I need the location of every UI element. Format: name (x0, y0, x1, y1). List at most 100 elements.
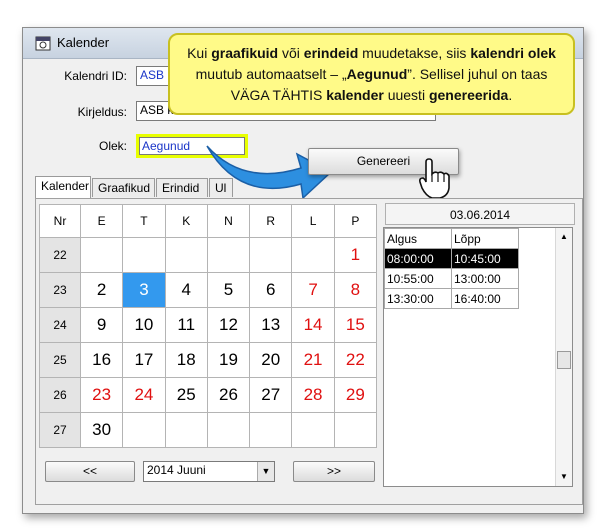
empty-day-cell (122, 237, 166, 273)
calendar-day-cell[interactable]: 11 (164, 307, 208, 343)
empty-day-cell (333, 412, 378, 448)
calendar-day-cell[interactable]: 4 (164, 272, 208, 308)
empty-day-cell (206, 412, 251, 448)
hand-cursor-icon (419, 158, 450, 199)
end-time-cell: 10:45:00 (451, 248, 519, 269)
end-time-cell: 13:00:00 (451, 268, 519, 289)
calendar-day-cell[interactable]: 19 (206, 342, 251, 378)
day-header: E (79, 204, 124, 238)
calendar-week-row: 25 16 17 18 19 20 21 22 (39, 342, 378, 378)
selected-date-label: 03.06.2014 (385, 203, 575, 225)
day-header: T (122, 204, 166, 238)
day-header: K (164, 204, 208, 238)
callout-bold: erindeid (303, 45, 359, 61)
calendar-day-cell[interactable]: 13 (249, 307, 293, 343)
status-label: Olek: (98, 139, 127, 153)
start-time-cell: 13:30:00 (384, 288, 452, 309)
calendar-day-cell[interactable]: 10 (122, 307, 166, 343)
description-label: Kirjeldus: (77, 105, 127, 119)
calendar-day-cell[interactable]: 26 (206, 377, 251, 413)
tab-kalender[interactable]: Kalender (35, 176, 91, 198)
calendar-day-cell[interactable]: 15 (333, 307, 378, 343)
schedule-row[interactable]: 10:55:00 13:00:00 (384, 268, 519, 289)
callout-bold: kalendri olek (470, 45, 556, 61)
calendar-day-cell[interactable]: 8 (333, 272, 378, 308)
day-header: P (333, 204, 378, 238)
calendar-day-cell[interactable]: 27 (249, 377, 293, 413)
calendar-day-cell[interactable]: 29 (333, 377, 378, 413)
scrollbar-thumb[interactable] (557, 351, 571, 369)
empty-day-cell (122, 412, 166, 448)
calendar-app-icon (35, 36, 51, 51)
week-number-header: Nr (39, 204, 81, 238)
empty-day-cell (206, 237, 251, 273)
empty-day-cell (249, 237, 293, 273)
week-number: 25 (39, 342, 81, 378)
calendar-grid: Nr E T K N R L P 22 1 23 2 3 4 5 6 7 8 24 9 10 11 12 13… (39, 204, 378, 448)
empty-day-cell (291, 237, 335, 273)
callout-bold: kalender (326, 87, 384, 103)
empty-day-cell (164, 237, 208, 273)
calendar-week-row: 26 23 24 25 26 27 28 29 (39, 377, 378, 413)
vertical-scrollbar[interactable]: ▲ ▼ (555, 228, 572, 486)
day-header: R (249, 204, 293, 238)
week-number: 23 (39, 272, 81, 308)
calendar-day-cell[interactable]: 30 (79, 412, 124, 448)
start-time-cell: 08:00:00 (384, 248, 452, 269)
calendar-day-cell[interactable]: 20 (249, 342, 293, 378)
month-select-value: 2014 Juuni (147, 463, 206, 477)
calendar-day-cell[interactable]: 24 (122, 377, 166, 413)
calendar-day-cell[interactable]: 12 (206, 307, 251, 343)
tab-graafikud[interactable]: Graafikud (92, 178, 155, 197)
end-time-cell: 16:40:00 (451, 288, 519, 309)
day-header: L (291, 204, 335, 238)
calendar-day-cell[interactable]: 7 (291, 272, 335, 308)
calendar-day-cell[interactable]: 17 (122, 342, 166, 378)
calendar-day-cell[interactable]: 18 (164, 342, 208, 378)
start-column-header: Algus (384, 228, 452, 249)
schedule-row[interactable]: 13:30:00 16:40:00 (384, 288, 519, 309)
empty-day-cell (249, 412, 293, 448)
calendar-day-cell[interactable]: 28 (291, 377, 335, 413)
calendar-week-row: 27 30 (39, 412, 378, 448)
callout-text: Kui (187, 45, 212, 61)
tab-erindid[interactable]: Erindid (156, 178, 208, 197)
calendar-day-cell[interactable]: 16 (79, 342, 124, 378)
empty-day-cell (79, 237, 124, 273)
week-number: 22 (39, 237, 81, 273)
callout-bold: Aegunud (346, 66, 408, 82)
calendar-day-cell[interactable]: 5 (206, 272, 251, 308)
calendar-day-cell[interactable]: 21 (291, 342, 335, 378)
day-header: N (206, 204, 251, 238)
scroll-up-icon[interactable]: ▲ (560, 232, 568, 241)
scroll-down-icon[interactable]: ▼ (560, 472, 568, 481)
calendar-day-cell[interactable]: 1 (333, 237, 378, 273)
calendar-day-cell[interactable]: 6 (249, 272, 293, 308)
schedule-list[interactable]: Algus Lõpp 08:00:00 10:45:00 10:55:00 13:00… (383, 227, 573, 487)
callout-bold: graafikuid (211, 45, 279, 61)
info-callout: Kui graafikuid või erindeid muudetakse, … (168, 33, 575, 115)
calendar-day-cell[interactable]: 9 (79, 307, 124, 343)
window-title: Kalender (57, 35, 110, 50)
month-select[interactable]: 2014 Juuni ▼ (143, 461, 275, 482)
calendar-day-cell[interactable]: 23 (79, 377, 124, 413)
calendar-day-cell[interactable]: 3 (122, 272, 166, 308)
next-month-button[interactable]: >> (293, 461, 375, 482)
calendar-day-cell[interactable]: 14 (291, 307, 335, 343)
end-column-header: Lõpp (451, 228, 519, 249)
calendar-week-row: 23 2 3 4 5 6 7 8 (39, 272, 378, 308)
calendar-day-cell[interactable]: 2 (79, 272, 124, 308)
week-number: 24 (39, 307, 81, 343)
calendar-day-cell[interactable]: 22 (333, 342, 378, 378)
prev-month-button[interactable]: << (45, 461, 135, 482)
schedule-row[interactable]: 08:00:00 10:45:00 (384, 248, 519, 269)
callout-text: või (278, 45, 304, 61)
calendar-day-cell[interactable]: 25 (164, 377, 208, 413)
chevron-down-icon[interactable]: ▼ (257, 462, 274, 481)
tab-ul[interactable]: Ul (209, 178, 233, 197)
empty-day-cell (291, 412, 335, 448)
calendar-header-row: Nr E T K N R L P (39, 204, 378, 238)
callout-text: . (508, 87, 513, 103)
start-time-cell: 10:55:00 (384, 268, 452, 289)
calendar-week-row: 24 9 10 11 12 13 14 15 (39, 307, 378, 343)
